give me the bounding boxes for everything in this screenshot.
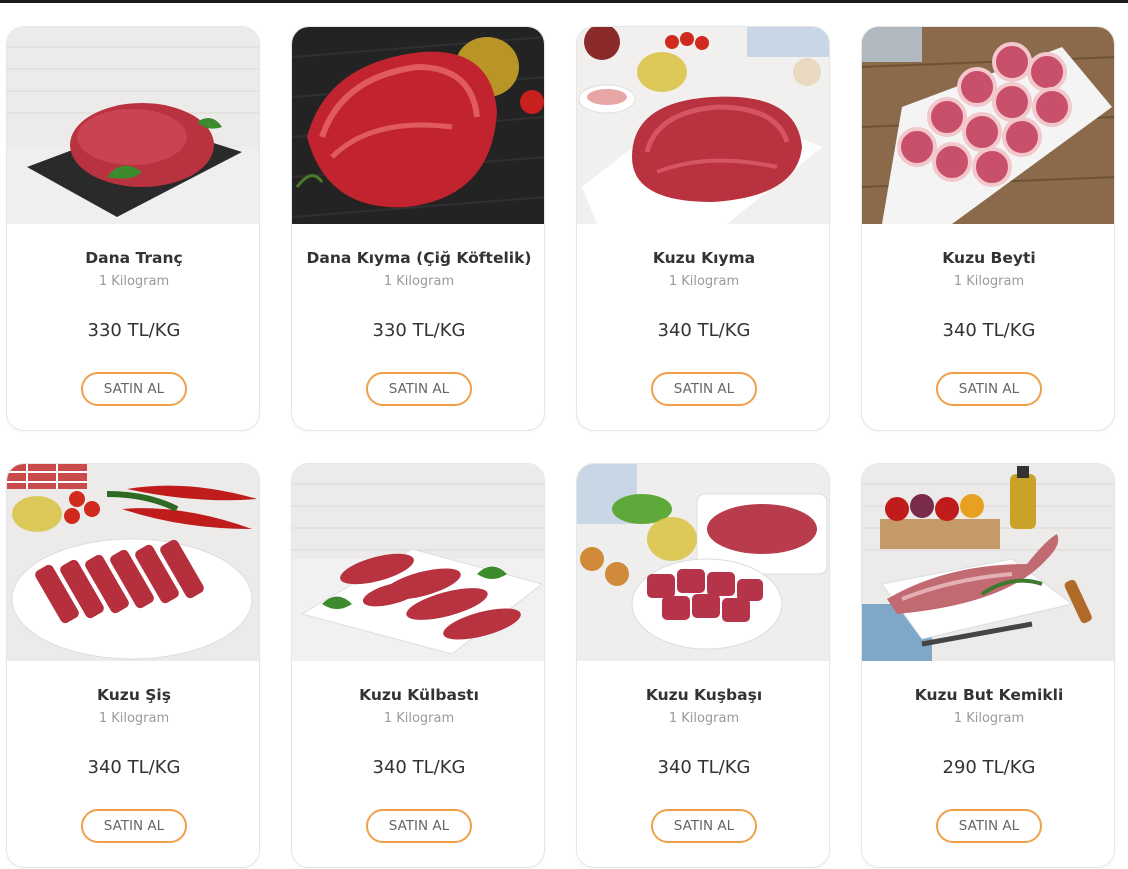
product-price: 340 TL/KG <box>372 757 466 778</box>
product-image[interactable] <box>292 27 544 224</box>
buy-button[interactable]: SATIN AL <box>651 809 757 843</box>
buy-button[interactable]: SATIN AL <box>81 809 187 843</box>
product-card[interactable]: Kuzu Kıyma 1 Kilogram 340 TL/KG SATIN AL <box>576 26 830 431</box>
buy-button[interactable]: SATIN AL <box>936 372 1042 406</box>
product-card[interactable]: Kuzu But Kemikli 1 Kilogram 290 TL/KG SA… <box>861 463 1115 868</box>
product-image[interactable] <box>577 27 829 224</box>
buy-button[interactable]: SATIN AL <box>366 809 472 843</box>
product-unit: 1 Kilogram <box>668 274 740 289</box>
buy-button[interactable]: SATIN AL <box>651 372 757 406</box>
product-unit: 1 Kilogram <box>953 711 1025 726</box>
product-unit: 1 Kilogram <box>98 274 170 289</box>
product-image[interactable] <box>7 464 259 661</box>
product-card[interactable]: Dana Kıyma (Çiğ Köftelik) 1 Kilogram 330… <box>291 26 545 431</box>
product-price: 340 TL/KG <box>657 757 751 778</box>
product-unit: 1 Kilogram <box>98 711 170 726</box>
product-unit: 1 Kilogram <box>953 274 1025 289</box>
product-price: 340 TL/KG <box>87 757 181 778</box>
product-price: 330 TL/KG <box>372 320 466 341</box>
product-card[interactable]: Kuzu Beyti 1 Kilogram 340 TL/KG SATIN AL <box>861 26 1115 431</box>
product-title[interactable]: Kuzu Şiş <box>7 686 259 704</box>
buy-button[interactable]: SATIN AL <box>936 809 1042 843</box>
product-title[interactable]: Dana Tranç <box>7 249 259 267</box>
product-title[interactable]: Kuzu But Kemikli <box>862 686 1114 704</box>
product-price: 340 TL/KG <box>942 320 1036 341</box>
product-image[interactable] <box>862 464 1114 661</box>
product-image[interactable] <box>577 464 829 661</box>
product-title[interactable]: Kuzu Kıyma <box>577 249 829 267</box>
product-card[interactable]: Kuzu Külbastı 1 Kilogram 340 TL/KG SATIN… <box>291 463 545 868</box>
product-unit: 1 Kilogram <box>383 274 455 289</box>
buy-button[interactable]: SATIN AL <box>366 372 472 406</box>
product-image[interactable] <box>7 27 259 224</box>
product-price: 290 TL/KG <box>942 757 1036 778</box>
product-price: 330 TL/KG <box>87 320 181 341</box>
product-unit: 1 Kilogram <box>668 711 740 726</box>
product-card[interactable]: Dana Tranç 1 Kilogram 330 TL/KG SATIN AL <box>6 26 260 431</box>
product-title[interactable]: Dana Kıyma (Çiğ Köftelik) <box>292 249 544 267</box>
product-image[interactable] <box>862 27 1114 224</box>
product-title[interactable]: Kuzu Beyti <box>862 249 1114 267</box>
product-title[interactable]: Kuzu Kuşbaşı <box>577 686 829 704</box>
product-price: 340 TL/KG <box>657 320 751 341</box>
top-border <box>0 0 1128 3</box>
product-card[interactable]: Kuzu Kuşbaşı 1 Kilogram 340 TL/KG SATIN … <box>576 463 830 868</box>
product-title[interactable]: Kuzu Külbastı <box>292 686 544 704</box>
product-image[interactable] <box>292 464 544 661</box>
product-card[interactable]: Kuzu Şiş 1 Kilogram 340 TL/KG SATIN AL <box>6 463 260 868</box>
buy-button[interactable]: SATIN AL <box>81 372 187 406</box>
product-unit: 1 Kilogram <box>383 711 455 726</box>
